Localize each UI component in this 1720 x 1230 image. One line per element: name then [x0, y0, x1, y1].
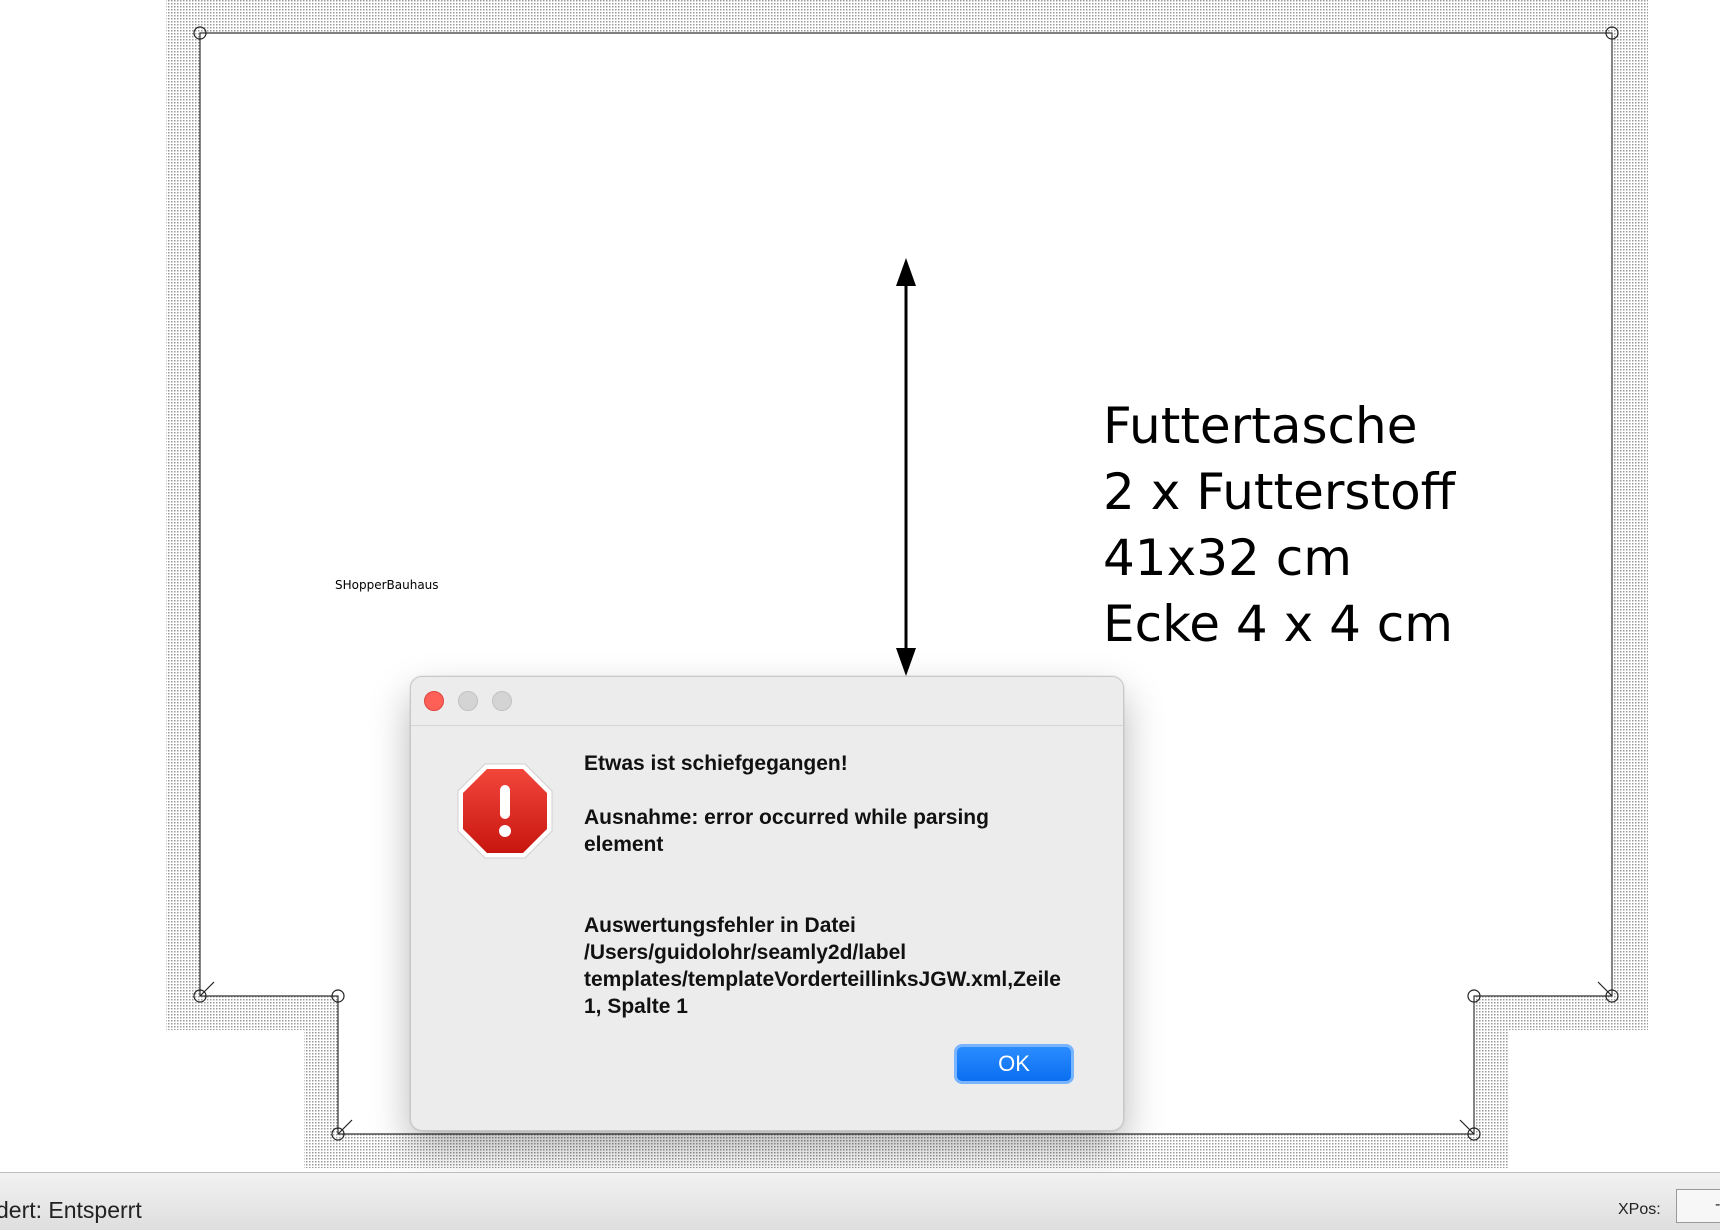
dialog-message: Etwas ist schiefgegangen! Ausnahme: erro… — [584, 750, 1061, 1020]
status-bar: dert: Entsperrt XPos: - — [0, 1172, 1720, 1230]
ok-button[interactable]: OK — [954, 1044, 1074, 1084]
piece-label-line-corner: Ecke 4 x 4 cm — [1103, 595, 1453, 653]
close-window-button[interactable] — [424, 691, 444, 711]
piece-label-line-name: Futtertasche — [1103, 397, 1418, 455]
dialog-heading: Etwas ist schiefgegangen! — [584, 752, 848, 775]
stop-alert-icon — [457, 763, 553, 859]
piece-label-line-quantity: 2 x Futterstoff — [1103, 463, 1456, 521]
pattern-label[interactable]: SHopperBauhaus — [335, 578, 439, 592]
status-text: dert: Entsperrt — [0, 1197, 142, 1223]
minimize-window-button — [458, 691, 478, 711]
piece-label-line-size: 41x32 cm — [1103, 529, 1352, 587]
piece-label[interactable]: Futtertasche 2 x Futterstoff 41x32 cm Ec… — [1103, 393, 1455, 657]
xpos-label: XPos: — [1618, 1201, 1661, 1218]
dialog-titlebar[interactable] — [411, 677, 1123, 726]
dialog-exception: Ausnahme: error occurred while parsing e… — [584, 806, 989, 856]
xpos-field[interactable]: - — [1676, 1189, 1720, 1223]
error-dialog: Etwas ist schiefgegangen! Ausnahme: erro… — [410, 676, 1124, 1131]
zoom-window-button — [492, 691, 512, 711]
dialog-details: Auswertungsfehler in Datei /Users/guidol… — [584, 914, 1061, 1018]
